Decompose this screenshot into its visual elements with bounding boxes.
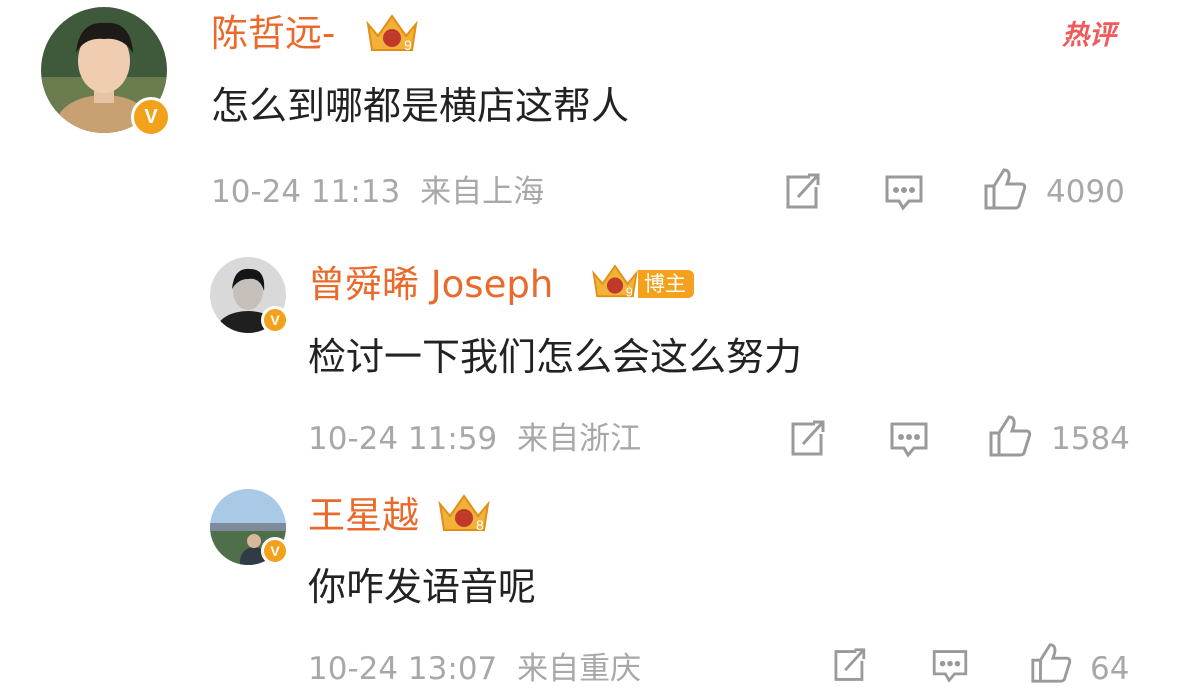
hot-comment-label: 热评 (1062, 20, 1116, 51)
share-icon[interactable] (785, 418, 827, 460)
like-icon[interactable] (987, 413, 1033, 459)
comment-location: 来自重庆 (517, 651, 642, 687)
share-icon[interactable] (780, 171, 822, 213)
comment-location: 来自上海 (420, 174, 545, 210)
username[interactable]: 曾舜晞 Joseph (308, 263, 553, 307)
username[interactable]: 王星越 (308, 494, 419, 538)
comment-text: 检讨一下我们怎么会这么努力 (308, 335, 803, 379)
comment-date: 10-24 13:07 (308, 651, 498, 687)
like-count: 64 (1090, 651, 1130, 687)
comment-date: 10-24 11:59 (308, 421, 498, 457)
comment-text: 你咋发语音呢 (308, 565, 537, 609)
crown-badge-icon[interactable]: 9 (364, 12, 420, 56)
username[interactable]: 陈哲远- (211, 12, 335, 56)
comment-icon[interactable] (883, 171, 925, 213)
comment-location: 来自浙江 (517, 421, 642, 457)
comment-meta: 10-24 13:07 来自重庆 (308, 650, 641, 688)
svg-text:9: 9 (626, 285, 633, 299)
comment-text: 怎么到哪都是横店这帮人 (211, 84, 630, 128)
verified-badge: V (261, 306, 289, 334)
share-icon[interactable] (827, 646, 869, 685)
like-icon[interactable] (982, 166, 1028, 212)
verified-badge: V (261, 537, 289, 565)
comment-icon[interactable] (888, 418, 930, 460)
like-icon[interactable] (1028, 641, 1074, 685)
comment-meta: 10-24 11:59 来自浙江 (308, 420, 641, 458)
comment-date: 10-24 11:13 (211, 174, 401, 210)
comment-meta: 10-24 11:13 来自上海 (211, 173, 544, 211)
crown-badge-icon[interactable]: 9 (590, 262, 640, 302)
verified-badge: V (131, 97, 171, 137)
svg-text:9: 9 (404, 37, 412, 53)
svg-text:8: 8 (476, 517, 484, 533)
comment-icon[interactable] (929, 646, 971, 685)
like-count: 1584 (1051, 421, 1130, 457)
like-count: 4090 (1046, 174, 1125, 210)
blogger-badge: 博主 (638, 270, 694, 298)
crown-badge-icon[interactable]: 8 (436, 492, 492, 536)
